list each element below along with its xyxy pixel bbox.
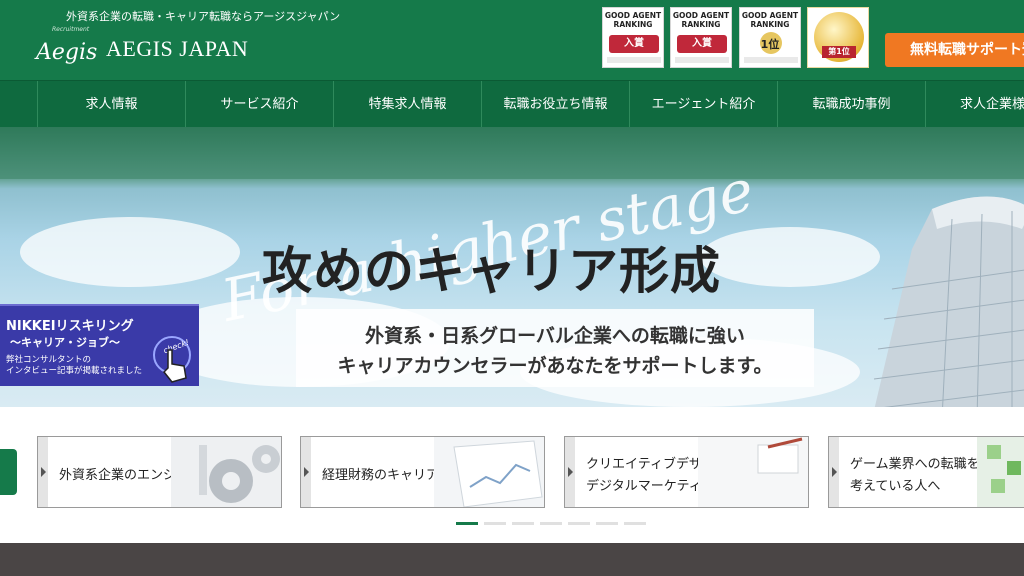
arrow-right-icon [568, 467, 573, 477]
nav-item-agents[interactable]: エージェント紹介 [629, 81, 777, 128]
nikkei-reskilling-banner[interactable]: NIKKEIリスキリング ～キャリア・ジョブ～ 弊社コンサルタントの インタビュ… [0, 304, 199, 386]
nikkei-subtitle: ～キャリア・ジョブ～ [10, 336, 120, 349]
main-nav: 求人情報 サービス紹介 特集求人情報 転職お役立ち情報 エージェント紹介 転職成… [0, 80, 1024, 128]
badge-title: GOOD AGENT RANKING [604, 11, 662, 29]
feature-card[interactable]: 経理財務のキャリア転職 [300, 436, 545, 508]
carousel-dot[interactable] [456, 522, 478, 525]
pointing-hand-icon [162, 349, 187, 383]
nav-item-employers[interactable]: 求人企業様 [925, 81, 1024, 128]
finance-documents-image [434, 437, 544, 507]
card-title-line: ゲーム業界への転職を [850, 457, 980, 472]
nav-item-services[interactable]: サービス紹介 [185, 81, 333, 128]
logo-small-text: Recruitment [52, 26, 90, 33]
badge-mark: 入賞 [609, 35, 659, 53]
site-logo[interactable]: 外資系企業の転職・キャリア転職ならアージスジャパン Aegis Recruitm… [36, 6, 340, 72]
nikkei-note-line: インタビュー記事が掲載されました [6, 366, 143, 376]
carousel-dot[interactable] [512, 522, 534, 525]
side-tab[interactable] [0, 449, 17, 495]
badge-title: GOOD AGENT RANKING [672, 11, 730, 29]
feature-card[interactable]: ゲーム業界への転職を 考えている人へ [828, 436, 1024, 508]
arrow-right-icon [304, 467, 309, 477]
nikkei-note-line: 弊社コンサルタントの [6, 355, 92, 365]
badge-mark: 1位 [760, 38, 780, 51]
site-header: 外資系企業の転職・キャリア転職ならアージスジャパン Aegis Recruitm… [0, 0, 1024, 80]
carousel-dot[interactable] [568, 522, 590, 525]
hero-subtitle-box: 外資系・日系グローバル企業への転職に強い キャリアカウンセラーがあなたをサポート… [296, 309, 814, 387]
hero-banner[interactable]: For a higher stage 攻めのキャリア形成 外資系・日系グローバル… [0, 127, 1024, 407]
free-support-register-button[interactable]: 無料転職サポート登 [885, 33, 1024, 67]
dark-section-strip [0, 543, 1024, 576]
card-title-line: 考えている人へ [850, 479, 941, 494]
arrow-right-icon [832, 467, 837, 477]
logo-text: AEGIS JAPAN [106, 36, 249, 61]
feature-card[interactable]: 外資系企業のエンジニア [37, 436, 282, 508]
gears-image [171, 437, 281, 507]
game-screen-image [977, 437, 1024, 507]
feature-card[interactable]: クリエイティブデザイナーや デジタルマーケティングの転職市場 [564, 436, 809, 508]
nav-item-career-tips[interactable]: 転職お役立ち情報 [481, 81, 629, 128]
design-charts-image [698, 437, 808, 507]
nikkei-note: 弊社コンサルタントの インタビュー記事が掲載されました [6, 355, 142, 377]
building-illustration [873, 196, 1024, 407]
cloud-shape [700, 227, 880, 287]
carousel-dot[interactable] [484, 522, 506, 525]
badge-mark: 第1位 [822, 46, 856, 58]
hero-subtitle-line: 外資系・日系グローバル企業への転職に強い [365, 325, 745, 347]
badge-title: GOOD AGENT RANKING [741, 11, 799, 29]
hero-headline: 攻めのキャリア形成 [262, 242, 721, 300]
logo-script: Aegis [36, 40, 98, 65]
award-badge[interactable]: GOOD AGENT RANKING 入賞 [602, 7, 664, 68]
nav-item-success-stories[interactable]: 転職成功事例 [777, 81, 925, 128]
nav-item-jobs[interactable]: 求人情報 [37, 81, 185, 128]
arrow-right-icon [41, 467, 46, 477]
cloud-shape [20, 217, 240, 287]
carousel-dot[interactable] [596, 522, 618, 525]
carousel-dot[interactable] [624, 522, 646, 525]
award-badge-gold[interactable]: 第1位 [807, 7, 869, 68]
award-badge[interactable]: GOOD AGENT RANKING 入賞 [670, 7, 732, 68]
award-badge[interactable]: GOOD AGENT RANKING 1位 [739, 7, 801, 68]
carousel-dot[interactable] [540, 522, 562, 525]
nav-item-featured-jobs[interactable]: 特集求人情報 [333, 81, 481, 128]
site-tagline: 外資系企業の転職・キャリア転職ならアージスジャパン [66, 10, 341, 23]
hero-subtitle-line: キャリアカウンセラーがあなたをサポートします。 [337, 355, 773, 377]
nikkei-title: NIKKEIリスキリング [6, 319, 134, 334]
badge-mark: 入賞 [677, 35, 727, 53]
